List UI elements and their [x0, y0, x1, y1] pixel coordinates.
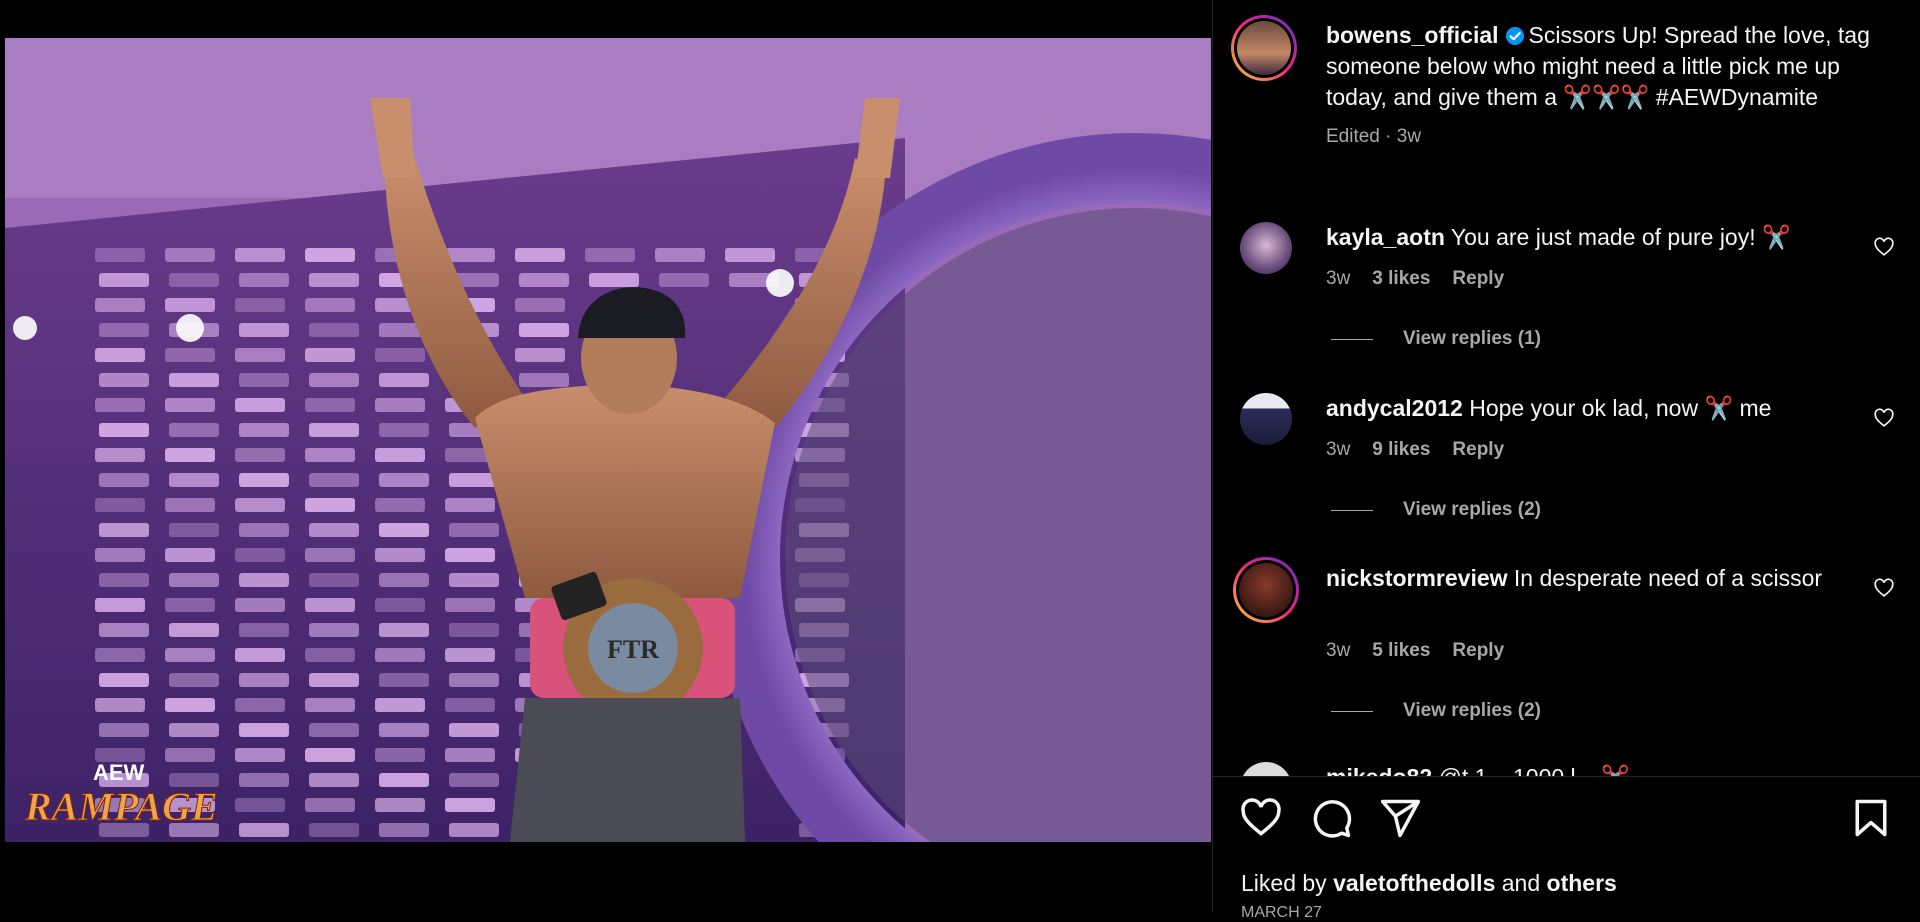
comment-item: andycal2012 Hope your ok lad, now ✂️ me	[1326, 393, 1846, 424]
heart-icon[interactable]	[1239, 796, 1283, 840]
view-replies-label: View replies (2)	[1403, 700, 1541, 721]
liked-by-others[interactable]: others	[1547, 870, 1617, 896]
caption-meta: Edited · 3w	[1326, 126, 1422, 147]
instagram-post-view: FTR AEW RAMPAGE bowens_official Scissors …	[0, 0, 1920, 921]
comments-scroll-area[interactable]: bowens_official Scissors Up! Spread the l…	[1213, 0, 1920, 776]
commenter-avatar[interactable]	[1240, 222, 1292, 274]
comment-item: mikedo82 @t.1... 1000 l... ✂️	[1326, 762, 1846, 776]
share-icon[interactable]	[1378, 796, 1422, 840]
post-time[interactable]: 3w	[1397, 126, 1421, 147]
comment-username[interactable]: mikedo82	[1326, 764, 1432, 776]
commenter-avatar[interactable]	[1233, 557, 1299, 623]
comment-reply-button[interactable]: Reply	[1452, 439, 1504, 461]
actions-divider	[1213, 776, 1920, 777]
comment-item: nickstormreview In desperate need of a s…	[1326, 563, 1846, 594]
edited-label: Edited	[1326, 126, 1380, 147]
comment-like-heart-icon[interactable]	[1873, 577, 1895, 599]
comment-likes[interactable]: 9 likes	[1372, 439, 1430, 461]
comment-text: Hope your ok lad, now ✂️ me	[1469, 395, 1772, 421]
comment-meta: 3w 3 likes Reply	[1326, 268, 1504, 290]
comment-username[interactable]: nickstormreview	[1326, 565, 1508, 591]
post-side-panel: bowens_official Scissors Up! Spread the l…	[1212, 0, 1920, 921]
photo-illustration: FTR AEW RAMPAGE	[5, 38, 1211, 842]
post-actions-bar	[1213, 796, 1920, 846]
bookmark-icon[interactable]	[1849, 796, 1893, 840]
view-replies-line	[1331, 710, 1373, 712]
comment-reply-button[interactable]: Reply	[1452, 640, 1504, 662]
comment-like-heart-icon[interactable]	[1873, 407, 1895, 429]
view-replies-button[interactable]: View replies (2)	[1331, 499, 1541, 521]
comment-time[interactable]: 3w	[1326, 268, 1350, 290]
liked-by-and: and	[1501, 870, 1541, 896]
comment-icon[interactable]	[1309, 796, 1353, 840]
liked-by-prefix: Liked by	[1241, 870, 1327, 896]
post-caption: bowens_official Scissors Up! Spread the l…	[1326, 20, 1886, 152]
author-username[interactable]: bowens_official	[1326, 22, 1499, 48]
comment-like-heart-icon[interactable]	[1873, 236, 1895, 258]
comment-reply-button[interactable]: Reply	[1452, 268, 1504, 290]
view-replies-label: View replies (1)	[1403, 328, 1541, 349]
commenter-avatar[interactable]	[1240, 762, 1292, 776]
comment-text: In desperate need of a scissor	[1513, 565, 1823, 591]
photo-pane: FTR AEW RAMPAGE	[0, 0, 1212, 912]
verified-badge-icon	[1505, 27, 1524, 45]
post-photo[interactable]: FTR AEW RAMPAGE	[5, 38, 1211, 842]
brand-small: AEW	[93, 760, 145, 785]
comment-meta: 3w 9 likes Reply	[1326, 439, 1504, 461]
comment-username[interactable]: andycal2012	[1326, 395, 1463, 421]
view-replies-button[interactable]: View replies (1)	[1331, 328, 1541, 350]
comment-text: You are just made of pure joy! ✂️	[1450, 224, 1791, 250]
post-date: March 27	[1241, 904, 1322, 921]
commenter-avatar[interactable]	[1240, 393, 1292, 445]
comment-time[interactable]: 3w	[1326, 439, 1350, 461]
comment-likes[interactable]: 5 likes	[1372, 640, 1430, 662]
comment-text: @t.1... 1000 l... ✂️	[1439, 764, 1630, 776]
view-replies-line	[1331, 338, 1373, 340]
comment-time[interactable]: 3w	[1326, 640, 1350, 662]
view-replies-line	[1331, 509, 1373, 511]
comment-item: kayla_aotn You are just made of pure joy…	[1326, 222, 1846, 253]
brand-large: RAMPAGE	[24, 784, 218, 829]
comment-meta: 3w 5 likes Reply	[1326, 640, 1504, 662]
view-replies-button[interactable]: View replies (2)	[1331, 700, 1541, 722]
comment-likes[interactable]: 3 likes	[1372, 268, 1430, 290]
comment-username[interactable]: kayla_aotn	[1326, 224, 1445, 250]
view-replies-label: View replies (2)	[1403, 499, 1541, 520]
belt-text: FTR	[607, 635, 659, 664]
author-avatar[interactable]	[1231, 15, 1297, 81]
liked-by: Liked by valetofthedolls and others	[1241, 870, 1617, 897]
liked-by-user[interactable]: valetofthedolls	[1333, 870, 1495, 896]
